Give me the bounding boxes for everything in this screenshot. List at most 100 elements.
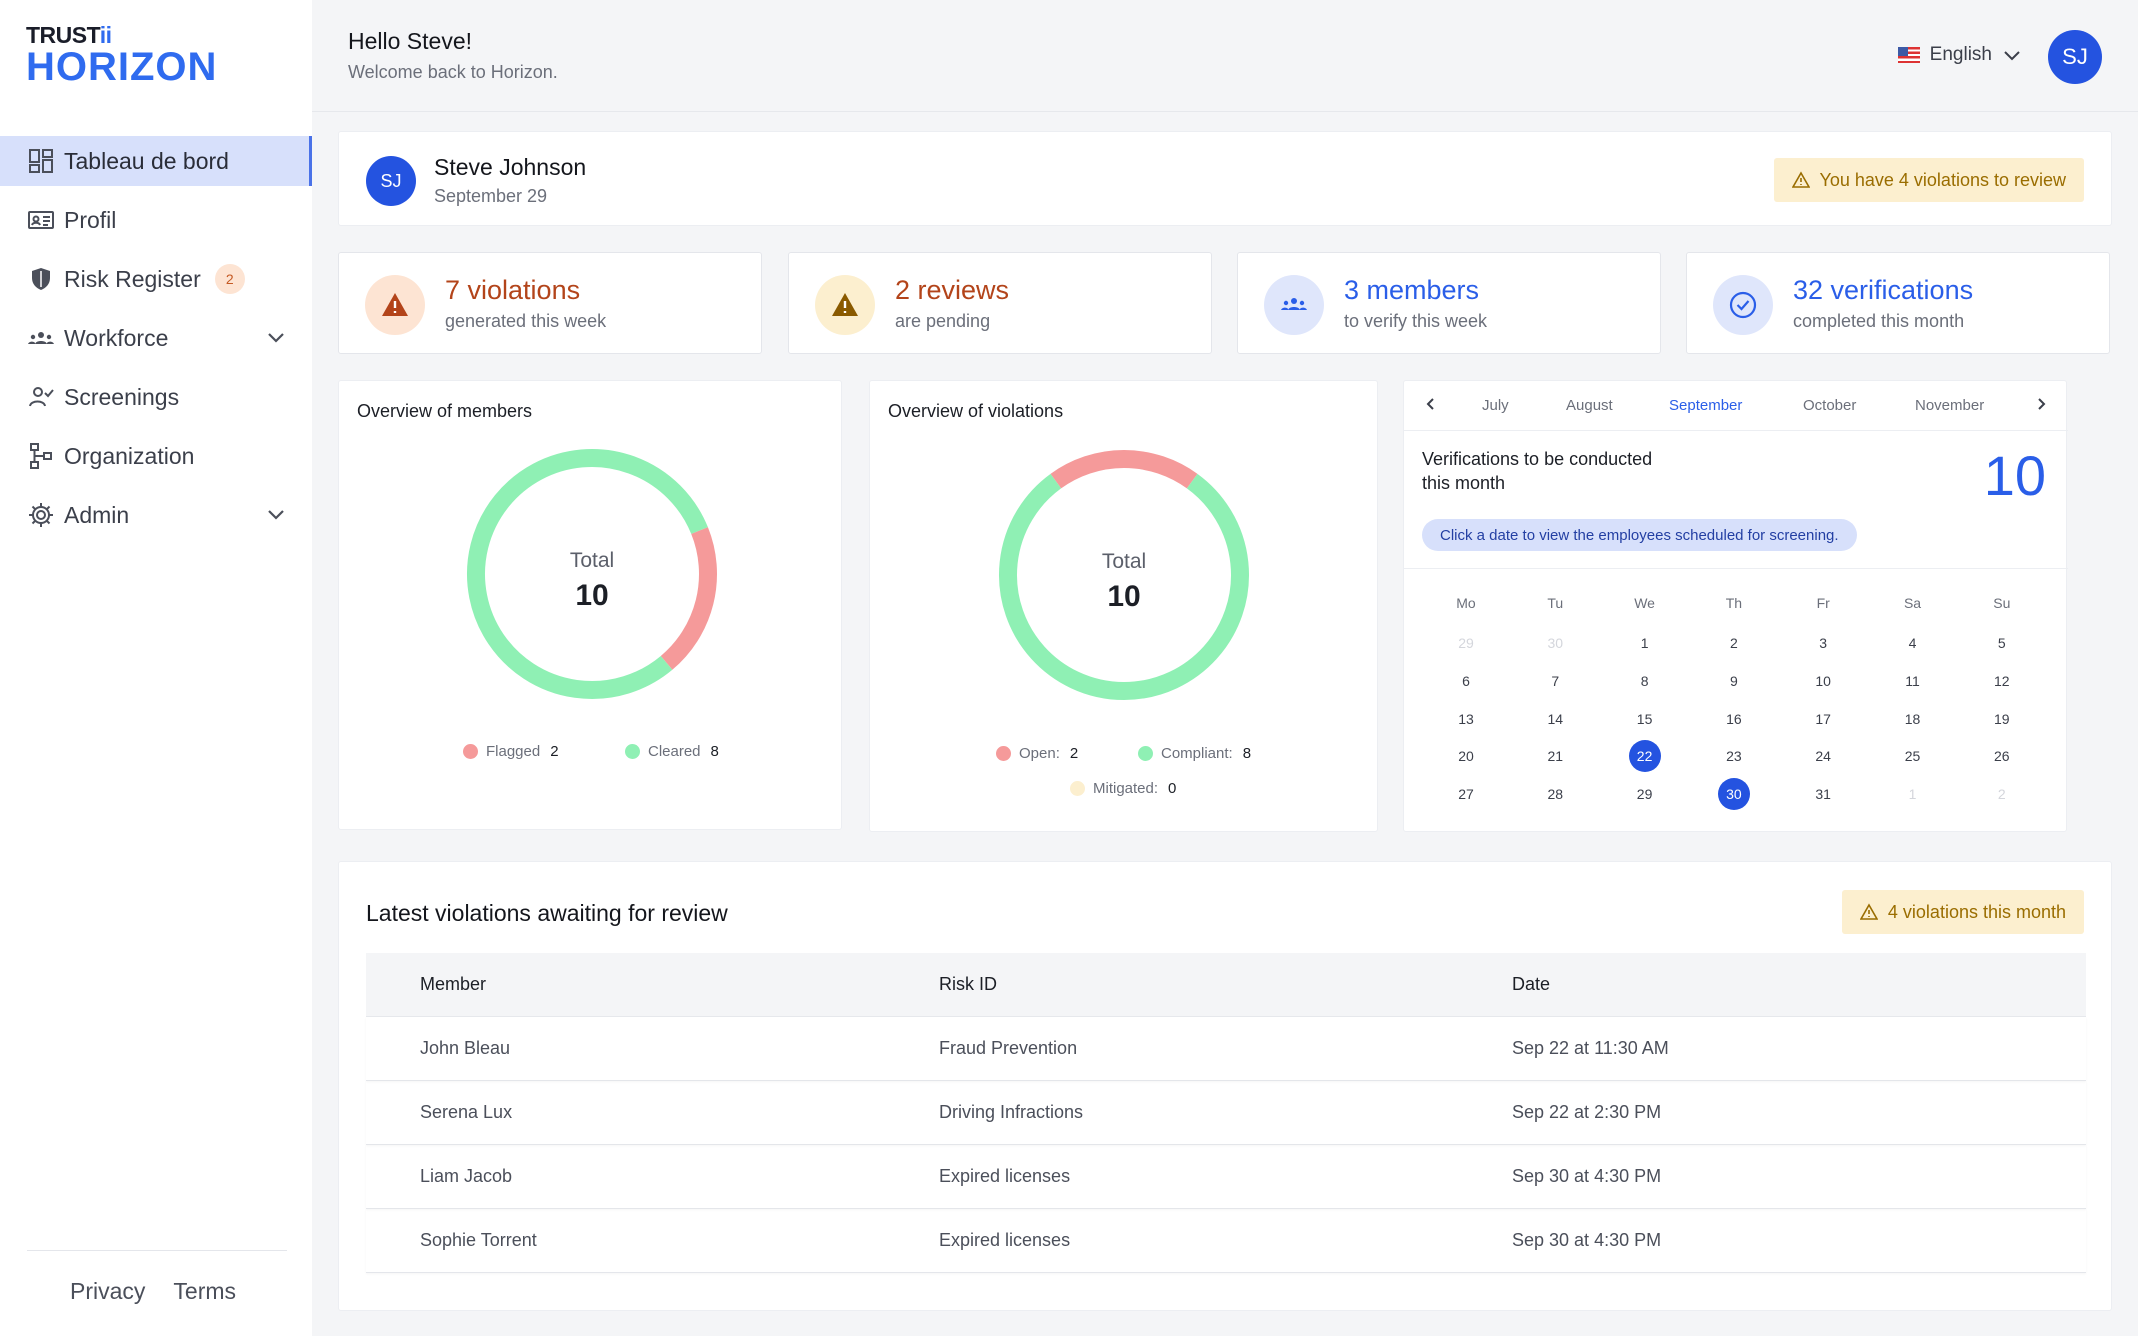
calendar-day[interactable]: 11 <box>1897 665 1929 697</box>
calendar-day[interactable]: 4 <box>1897 627 1929 659</box>
total-label: Total <box>1101 550 1147 573</box>
calendar-day[interactable]: 8 <box>1629 665 1661 697</box>
chevron-left-icon[interactable] <box>1422 395 1440 417</box>
check-circle-icon <box>1713 275 1773 335</box>
stat-card-reviews[interactable]: 2 reviews are pending <box>788 252 1212 354</box>
month-november[interactable]: November <box>1915 397 1984 414</box>
verifications-count: 10 <box>1983 444 2046 507</box>
month-august[interactable]: August <box>1566 397 1613 414</box>
terms-link[interactable]: Terms <box>173 1278 236 1305</box>
donut-segment-open[interactable] <box>1050 450 1198 489</box>
table-row[interactable]: Sophie Torrent Expired licenses Sep 30 a… <box>366 1209 2086 1273</box>
calendar-day[interactable]: 27 <box>1450 778 1482 810</box>
sidebar-item-profil[interactable]: Profil <box>0 195 312 245</box>
people-icon <box>1264 275 1324 335</box>
chart-title: Overview of members <box>357 401 533 421</box>
chevron-down-icon[interactable] <box>265 326 287 354</box>
legend-dot <box>996 746 1011 761</box>
calendar-day[interactable]: 22 <box>1628 740 1661 773</box>
weekday-header: Fr <box>1816 595 1830 611</box>
total-value: 10 <box>1107 580 1141 613</box>
us-flag-icon <box>1897 47 1920 63</box>
month-september[interactable]: September <box>1669 397 1742 414</box>
month-selector: July August September October November <box>1404 381 2068 431</box>
calendar-day[interactable]: 2 <box>1718 627 1750 659</box>
calendar-day[interactable]: 13 <box>1450 703 1482 735</box>
stat-card-members[interactable]: 3 members to verify this week <box>1237 252 1661 354</box>
legend-label: Mitigated: <box>1093 780 1159 797</box>
language-selector[interactable]: English <box>1897 44 2022 66</box>
calendar-day[interactable]: 25 <box>1897 740 1929 772</box>
legend-value: 2 <box>550 743 559 760</box>
stat-value: 7 violations <box>445 275 581 305</box>
calendar-day[interactable]: 10 <box>1807 665 1839 697</box>
sidebar-item-risk-register[interactable]: Risk Register 2 <box>0 254 312 304</box>
calendar-day[interactable]: 16 <box>1718 703 1750 735</box>
calendar-day[interactable]: 20 <box>1450 740 1482 772</box>
violations-alert[interactable]: You have 4 violations to review <box>1773 158 2084 202</box>
calendar-day[interactable]: 31 <box>1807 778 1839 810</box>
calendar-day-outside: 30 <box>1547 635 1564 651</box>
calendar-day[interactable]: 5 <box>1986 627 2018 659</box>
sidebar-item-workforce[interactable]: Workforce <box>0 313 312 363</box>
column-header-risk-id[interactable]: Risk ID <box>939 974 1512 995</box>
cell-risk-id: Driving Infractions <box>939 1102 1084 1122</box>
calendar-day[interactable]: 1 <box>1629 627 1661 659</box>
calendar-day[interactable]: 29 <box>1629 778 1661 810</box>
stat-card-verifications[interactable]: 32 verifications completed this month <box>1686 252 2110 354</box>
legend-value: 0 <box>1168 780 1177 797</box>
calendar-day[interactable]: 9 <box>1718 665 1750 697</box>
cell-date: Sep 30 at 4:30 PM <box>1512 1166 1662 1186</box>
sidebar-divider <box>27 1250 287 1251</box>
table-row[interactable]: Liam Jacob Expired licenses Sep 30 at 4:… <box>366 1145 2086 1209</box>
table-row[interactable]: Serena Lux Driving Infractions Sep 22 at… <box>366 1081 2086 1145</box>
user-check-icon <box>27 383 55 411</box>
sidebar-item-label: Admin <box>64 501 130 528</box>
legend-value: 8 <box>710 743 719 760</box>
calendar-day[interactable]: 7 <box>1539 665 1571 697</box>
month-october[interactable]: October <box>1803 397 1856 414</box>
weekday-header: We <box>1634 595 1655 611</box>
stat-card-violations[interactable]: 7 violations generated this week <box>338 252 762 354</box>
cell-risk-id: Fraud Prevention <box>939 1038 1078 1058</box>
legend-flagged: Flagged 2 <box>463 743 559 760</box>
calendar-day[interactable]: 24 <box>1807 740 1839 772</box>
sidebar-item-admin[interactable]: Admin <box>0 490 312 540</box>
calendar-day[interactable]: 28 <box>1539 778 1571 810</box>
brand-logo[interactable]: TRUSTii HORIZON <box>26 22 217 87</box>
column-header-date[interactable]: Date <box>1512 974 2086 995</box>
calendar-day[interactable]: 3 <box>1807 627 1839 659</box>
table-row[interactable]: John Bleau Fraud Prevention Sep 22 at 11… <box>366 1017 2086 1081</box>
sidebar-item-screenings[interactable]: Screenings <box>0 372 312 422</box>
warning-icon <box>1791 171 1810 188</box>
month-july[interactable]: July <box>1482 397 1509 414</box>
calendar-day[interactable]: 26 <box>1986 740 2018 772</box>
stat-caption: completed this month <box>1793 311 1965 331</box>
chevron-down-icon[interactable] <box>265 503 287 531</box>
calendar-day[interactable]: 14 <box>1539 703 1571 735</box>
violations-table: Member Risk ID Date John Bleau Fraud Pre… <box>366 953 2086 1273</box>
calendar-day[interactable]: 30 <box>1717 778 1750 811</box>
calendar-day[interactable]: 12 <box>1986 665 2018 697</box>
weekday-header: Mo <box>1456 595 1476 611</box>
dashboard-icon <box>27 147 55 175</box>
sidebar-item-organization[interactable]: Organization <box>0 431 312 481</box>
privacy-link[interactable]: Privacy <box>70 1278 145 1305</box>
calendar-day[interactable]: 6 <box>1450 665 1482 697</box>
calendar-day[interactable]: 19 <box>1986 703 2018 735</box>
chart-title: Overview of violations <box>888 401 1064 421</box>
violations-month-badge[interactable]: 4 violations this month <box>1841 890 2084 934</box>
calendar-day[interactable]: 18 <box>1897 703 1929 735</box>
calendar-day[interactable]: 23 <box>1718 740 1750 772</box>
user-avatar[interactable]: SJ <box>2048 30 2102 84</box>
calendar-day[interactable]: 21 <box>1539 740 1571 772</box>
sidebar-item-dashboard[interactable]: Tableau de bord <box>0 136 312 186</box>
chevron-right-icon[interactable] <box>2032 395 2050 417</box>
legend-cleared: Cleared 8 <box>625 743 719 760</box>
column-header-member[interactable]: Member <box>366 974 939 995</box>
total-value: 10 <box>575 579 609 612</box>
welcome-text: Welcome back to Horizon. <box>348 62 558 82</box>
calendar-day[interactable]: 15 <box>1629 703 1661 735</box>
cell-member: Sophie Torrent <box>420 1230 537 1250</box>
calendar-day[interactable]: 17 <box>1807 703 1839 735</box>
